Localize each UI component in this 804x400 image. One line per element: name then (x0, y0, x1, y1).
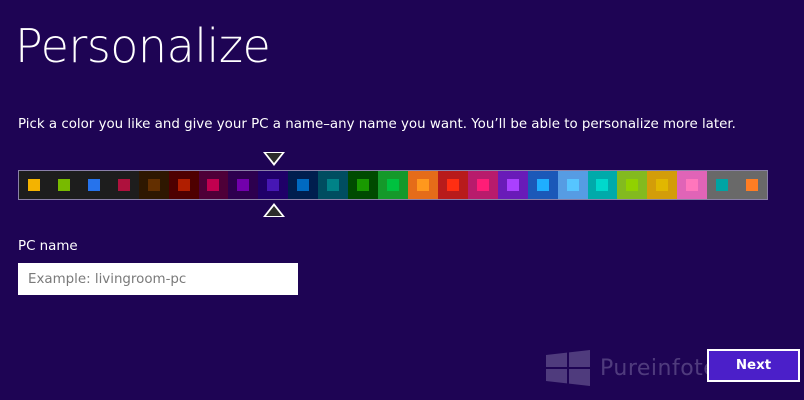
color-swatch-accent (387, 179, 400, 191)
windows-logo-icon (546, 350, 590, 386)
color-swatch[interactable] (108, 171, 139, 199)
color-swatch[interactable] (497, 171, 528, 199)
color-swatch[interactable] (258, 171, 289, 199)
color-swatch[interactable] (198, 171, 229, 199)
color-swatch[interactable] (318, 171, 349, 199)
color-swatch[interactable] (78, 171, 109, 199)
color-swatch[interactable] (587, 171, 618, 199)
color-swatch-accent (536, 179, 549, 191)
color-swatch-accent (716, 179, 729, 191)
color-swatch[interactable] (288, 171, 319, 199)
color-swatch[interactable] (348, 171, 379, 199)
color-swatch-accent (626, 179, 639, 191)
color-swatch-accent (476, 179, 489, 191)
color-swatch[interactable] (707, 171, 738, 199)
color-swatch[interactable] (527, 171, 558, 199)
color-swatch[interactable] (407, 171, 438, 199)
personalize-screen: Personalize Pick a color you like and gi… (0, 0, 804, 400)
color-swatch[interactable] (228, 171, 259, 199)
color-swatch-accent (327, 179, 340, 191)
color-swatch[interactable] (647, 171, 678, 199)
pc-name-input[interactable] (18, 263, 298, 295)
color-swatch-accent (686, 179, 699, 191)
color-swatch-accent (416, 179, 429, 191)
color-swatch-accent (117, 179, 130, 191)
instructions-text: Pick a color you like and give your PC a… (18, 117, 736, 132)
color-swatch-accent (57, 179, 70, 191)
color-swatch-accent (177, 179, 190, 191)
color-swatch-accent (27, 179, 40, 191)
color-swatch-accent (237, 179, 250, 191)
color-swatch-accent (267, 179, 280, 191)
color-swatch-accent (506, 179, 519, 191)
pc-name-label: PC name (18, 239, 78, 254)
color-swatch-accent (746, 179, 759, 191)
color-swatch[interactable] (48, 171, 79, 199)
color-swatch[interactable] (138, 171, 169, 199)
color-palette (18, 170, 768, 200)
next-button[interactable]: Next (707, 349, 800, 382)
color-swatch-accent (207, 179, 220, 191)
color-swatch[interactable] (19, 171, 49, 199)
color-swatch-accent (596, 179, 609, 191)
color-swatch-accent (656, 179, 669, 191)
color-swatch-accent (87, 179, 100, 191)
color-swatch-accent (357, 179, 370, 191)
color-swatch[interactable] (378, 171, 408, 199)
color-swatch[interactable] (677, 171, 708, 199)
color-swatch[interactable] (168, 171, 199, 199)
color-swatch[interactable] (737, 171, 768, 199)
color-swatch-accent (147, 179, 160, 191)
page-title: Personalize (15, 19, 271, 73)
color-swatch-accent (566, 179, 579, 191)
color-swatch-accent (297, 179, 310, 191)
color-swatch[interactable] (617, 171, 648, 199)
color-swatch[interactable] (557, 171, 588, 199)
color-swatch[interactable] (467, 171, 498, 199)
color-swatch-accent (446, 179, 459, 191)
color-swatch[interactable] (437, 171, 468, 199)
selected-color-marker-top (263, 152, 285, 166)
selected-color-marker-bottom (263, 203, 285, 217)
